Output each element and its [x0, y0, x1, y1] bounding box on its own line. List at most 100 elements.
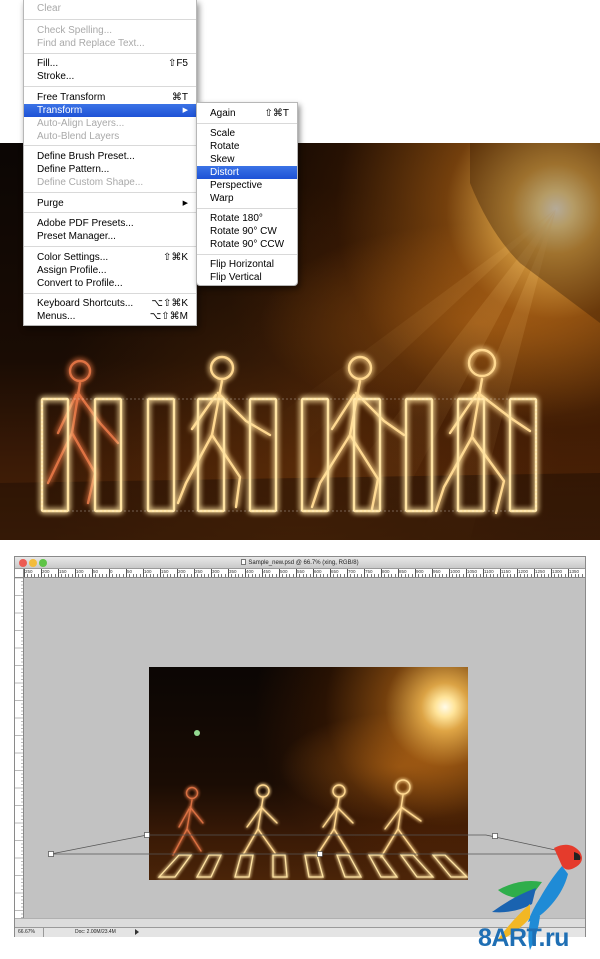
ruler-minor-tick	[234, 574, 236, 577]
ruler-minor-tick	[207, 574, 209, 577]
ruler-tick	[568, 569, 569, 577]
submenu-item-scale[interactable]: Scale	[197, 127, 297, 140]
horizontal-ruler[interactable]: 250 200 150 100 50 0 50 100 150 200 250 300 350 400 45…	[24, 569, 585, 578]
ruler-minor-tick	[384, 574, 386, 577]
menu-item-color-settings[interactable]: Color Settings... ⇧⌘K	[24, 251, 196, 264]
ruler-origin[interactable]	[15, 569, 24, 578]
window-titlebar[interactable]: Sample_new.psd @ 66.7% (xing, RGB/8)	[15, 557, 585, 569]
ruler-minor-tick	[153, 574, 155, 577]
ruler-minor-tick	[81, 574, 83, 577]
ruler-minor-tick	[333, 574, 335, 577]
menu-separator	[24, 53, 196, 54]
ruler-minor-tick	[102, 574, 104, 577]
ruler-minor-tick	[132, 574, 134, 577]
ruler-minor-tick	[425, 574, 427, 577]
menu-item-check-spelling[interactable]: Check Spelling...	[24, 24, 196, 37]
ruler-minor-tick	[479, 574, 481, 577]
ruler-minor-tick	[360, 574, 362, 577]
ruler-minor-tick	[336, 574, 338, 577]
menu-item-clear[interactable]: Clear	[24, 2, 196, 15]
ruler-minor-tick	[282, 574, 284, 577]
ruler-minor-tick	[530, 574, 532, 577]
ruler-minor-tick	[64, 574, 66, 577]
ruler-minor-tick	[190, 574, 192, 577]
menu-item-auto-align[interactable]: Auto-Align Layers...	[24, 117, 196, 130]
menu-item-free-transform[interactable]: Free Transform ⌘T	[24, 91, 196, 104]
ruler-minor-tick	[411, 574, 413, 577]
ruler-minor-tick	[323, 574, 325, 577]
ruler-tick	[75, 569, 76, 577]
ruler-minor-tick	[421, 574, 423, 577]
ruler-minor-tick	[34, 574, 36, 577]
ruler-minor-tick	[561, 574, 563, 577]
submenu-item-rotate-90-cw[interactable]: Rotate 90° CW	[197, 225, 297, 238]
ruler-minor-tick	[469, 574, 471, 577]
ruler-minor-tick	[255, 574, 257, 577]
document-icon	[241, 559, 247, 565]
ruler-minor-tick	[370, 574, 372, 577]
ruler-tick	[296, 569, 297, 577]
menu-item-define-shape[interactable]: Define Custom Shape...	[24, 176, 196, 189]
menu-item-stroke[interactable]: Stroke...	[24, 70, 196, 83]
submenu-item-rotate-180[interactable]: Rotate 180°	[197, 212, 297, 225]
ruler-minor-tick	[272, 574, 274, 577]
ruler-tick	[415, 569, 416, 577]
submenu-item-distort[interactable]: Distort	[197, 166, 297, 179]
status-menu-arrow-icon[interactable]	[135, 929, 139, 935]
ruler-minor-tick	[173, 574, 175, 577]
transform-handle[interactable]	[48, 851, 54, 857]
ruler-minor-tick	[489, 574, 491, 577]
submenu-item-warp[interactable]: Warp	[197, 192, 297, 205]
ruler-minor-tick	[248, 574, 250, 577]
ruler-tick	[313, 569, 314, 577]
vertical-ruler[interactable]	[15, 578, 24, 918]
ruler-minor-tick	[214, 574, 216, 577]
menu-item-pdf-presets[interactable]: Adobe PDF Presets...	[24, 217, 196, 230]
ruler-tick	[551, 569, 552, 577]
menu-item-transform[interactable]: Transform ▶	[24, 104, 196, 117]
ruler-minor-tick	[129, 574, 131, 577]
ruler-minor-tick	[578, 574, 580, 577]
menu-separator	[24, 212, 196, 213]
transform-handle[interactable]	[144, 832, 150, 838]
ruler-minor-tick	[472, 574, 474, 577]
ruler-minor-tick	[88, 574, 90, 577]
transform-handle[interactable]	[317, 851, 323, 857]
menu-item-purge[interactable]: Purge ▶	[24, 197, 196, 210]
zoom-level-field[interactable]: 66.67%	[18, 928, 44, 937]
menu-item-define-brush[interactable]: Define Brush Preset...	[24, 150, 196, 163]
ruler-minor-tick	[408, 574, 410, 577]
ruler-tick	[347, 569, 348, 577]
ruler-minor-tick	[71, 574, 73, 577]
submenu-item-rotate-90-ccw[interactable]: Rotate 90° CCW	[197, 238, 297, 251]
submenu-item-flip-vertical[interactable]: Flip Vertical	[197, 271, 297, 284]
submenu-item-rotate[interactable]: Rotate	[197, 140, 297, 153]
ruler-minor-tick	[564, 574, 566, 577]
ruler-minor-tick	[343, 574, 345, 577]
menu-item-assign-profile[interactable]: Assign Profile...	[24, 264, 196, 277]
menu-item-keyboard-shortcuts[interactable]: Keyboard Shortcuts... ⌥⇧⌘K	[24, 297, 196, 310]
ruler-minor-tick	[217, 574, 219, 577]
ruler-minor-tick	[299, 574, 301, 577]
submenu-item-flip-horizontal[interactable]: Flip Horizontal	[197, 258, 297, 271]
ruler-minor-tick	[574, 574, 576, 577]
ruler-minor-tick	[61, 574, 63, 577]
menu-item-find-replace[interactable]: Find and Replace Text...	[24, 37, 196, 50]
ruler-tick	[228, 569, 229, 577]
ruler-minor-tick	[476, 574, 478, 577]
menu-item-auto-blend[interactable]: Auto-Blend Layers	[24, 130, 196, 143]
menu-separator	[197, 208, 297, 209]
submenu-item-again[interactable]: Again ⇧⌘T	[197, 107, 297, 120]
menu-item-fill[interactable]: Fill... ⇧F5	[24, 57, 196, 70]
menu-separator	[24, 19, 196, 20]
menu-item-preset-manager[interactable]: Preset Manager...	[24, 230, 196, 243]
ruler-tick	[262, 569, 263, 577]
ruler-minor-tick	[391, 574, 393, 577]
menu-item-convert-profile[interactable]: Convert to Profile...	[24, 277, 196, 290]
ruler-tick	[143, 569, 144, 577]
ruler-minor-tick	[139, 574, 141, 577]
submenu-item-skew[interactable]: Skew	[197, 153, 297, 166]
menu-item-menus[interactable]: Menus... ⌥⇧⌘M	[24, 310, 196, 323]
menu-item-define-pattern[interactable]: Define Pattern...	[24, 163, 196, 176]
submenu-item-perspective[interactable]: Perspective	[197, 179, 297, 192]
